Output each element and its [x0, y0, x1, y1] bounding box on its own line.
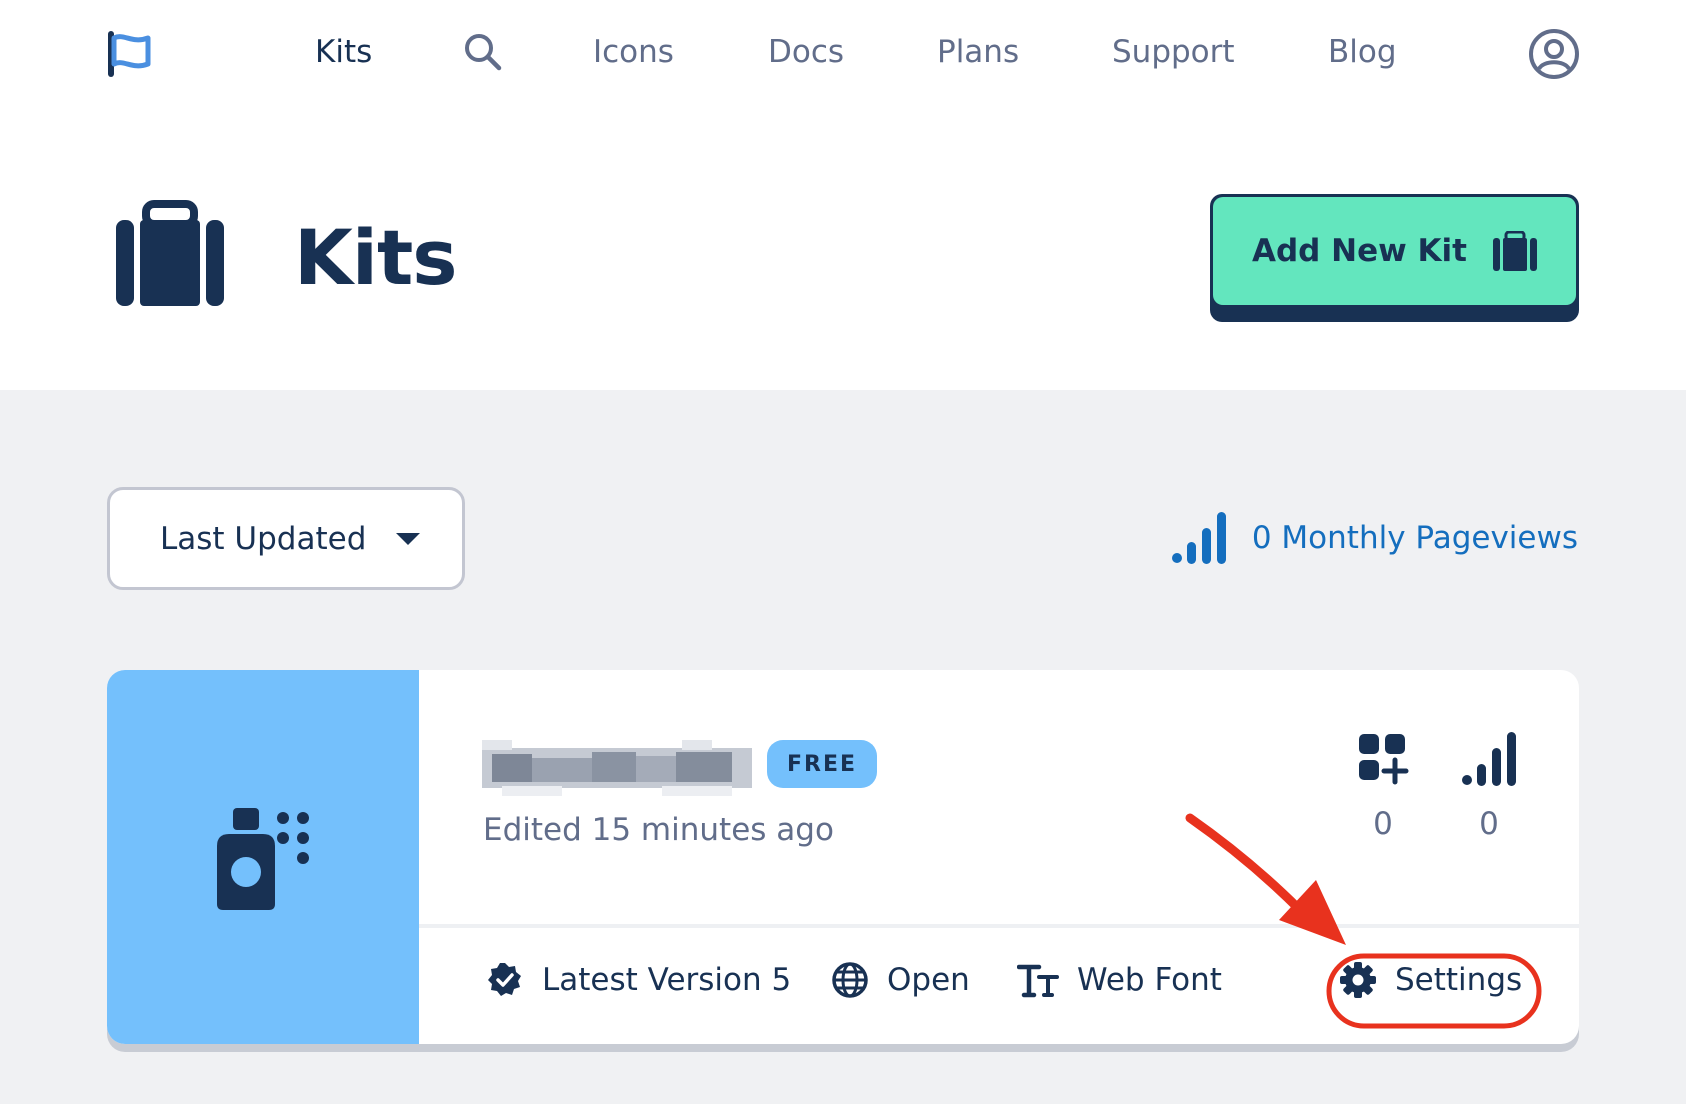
open-kit-link[interactable]: Open — [831, 952, 970, 1008]
monthly-pageviews: 0 Monthly Pageviews — [1171, 512, 1578, 564]
globe-icon — [832, 962, 868, 998]
flag-logo-icon[interactable] — [106, 30, 154, 78]
page-header: Kits Add New Kit — [0, 110, 1686, 390]
kit-pageviews-count: 0 — [1457, 730, 1521, 844]
suitcase-icon — [116, 200, 224, 306]
signal-bars-icon — [1171, 512, 1226, 564]
top-navigation: Kits Icons Docs Plans Support Blog — [0, 0, 1686, 110]
monthly-pageviews-label[interactable]: 0 Monthly Pageviews — [1252, 520, 1578, 556]
plan-badge: FREE — [767, 740, 877, 788]
kit-name-redacted[interactable] — [482, 740, 752, 796]
add-new-kit-button-face[interactable]: Add New Kit — [1213, 197, 1576, 305]
settings-link[interactable]: Settings — [1339, 952, 1522, 1008]
text-size-icon — [1017, 964, 1059, 998]
card-divider — [419, 924, 1579, 928]
nav-docs[interactable]: Docs — [768, 32, 844, 72]
add-new-kit-label: Add New Kit — [1251, 233, 1468, 269]
open-kit-label: Open — [887, 962, 970, 998]
kit-pageviews-count-value: 0 — [1479, 806, 1499, 842]
nav-plans[interactable]: Plans — [937, 32, 1019, 72]
web-font-link[interactable]: Web Font — [1017, 952, 1222, 1008]
grid-add-icon — [1359, 734, 1409, 785]
nav-kits[interactable]: Kits — [315, 32, 372, 72]
nav-support[interactable]: Support — [1112, 32, 1235, 72]
sort-dropdown-label: Last Updated — [160, 520, 367, 557]
kit-card[interactable]: FREE Edited 15 minutes ago 0 0 Latest Ve… — [107, 670, 1579, 1044]
settings-label: Settings — [1395, 962, 1523, 998]
sort-dropdown[interactable]: Last Updated — [107, 487, 465, 590]
gear-icon — [1340, 962, 1376, 998]
latest-version-link[interactable]: Latest Version 5 — [486, 952, 791, 1008]
search-icon[interactable] — [463, 32, 503, 72]
kit-thumbnail[interactable] — [107, 670, 419, 1044]
page-title: Kits — [294, 213, 458, 302]
web-font-label: Web Font — [1077, 962, 1222, 998]
latest-version-label: Latest Version 5 — [542, 962, 792, 998]
add-new-kit-button[interactable]: Add New Kit — [1210, 194, 1579, 322]
verified-check-icon — [488, 963, 521, 996]
signal-bars-icon — [1462, 732, 1516, 786]
nav-icons[interactable]: Icons — [593, 32, 674, 72]
kit-icons-count-value: 0 — [1373, 806, 1393, 842]
user-circle-icon[interactable] — [1528, 28, 1580, 80]
spray-bottle-icon — [217, 808, 309, 910]
suitcase-icon — [1493, 231, 1538, 271]
kits-content-area: Last Updated 0 Monthly Pageviews FREE Ed… — [0, 390, 1686, 1104]
kit-icons-count: 0 — [1351, 730, 1415, 844]
nav-blog[interactable]: Blog — [1328, 32, 1397, 72]
kit-edited-timestamp: Edited 15 minutes ago — [483, 812, 834, 848]
caret-down-icon — [396, 533, 420, 545]
